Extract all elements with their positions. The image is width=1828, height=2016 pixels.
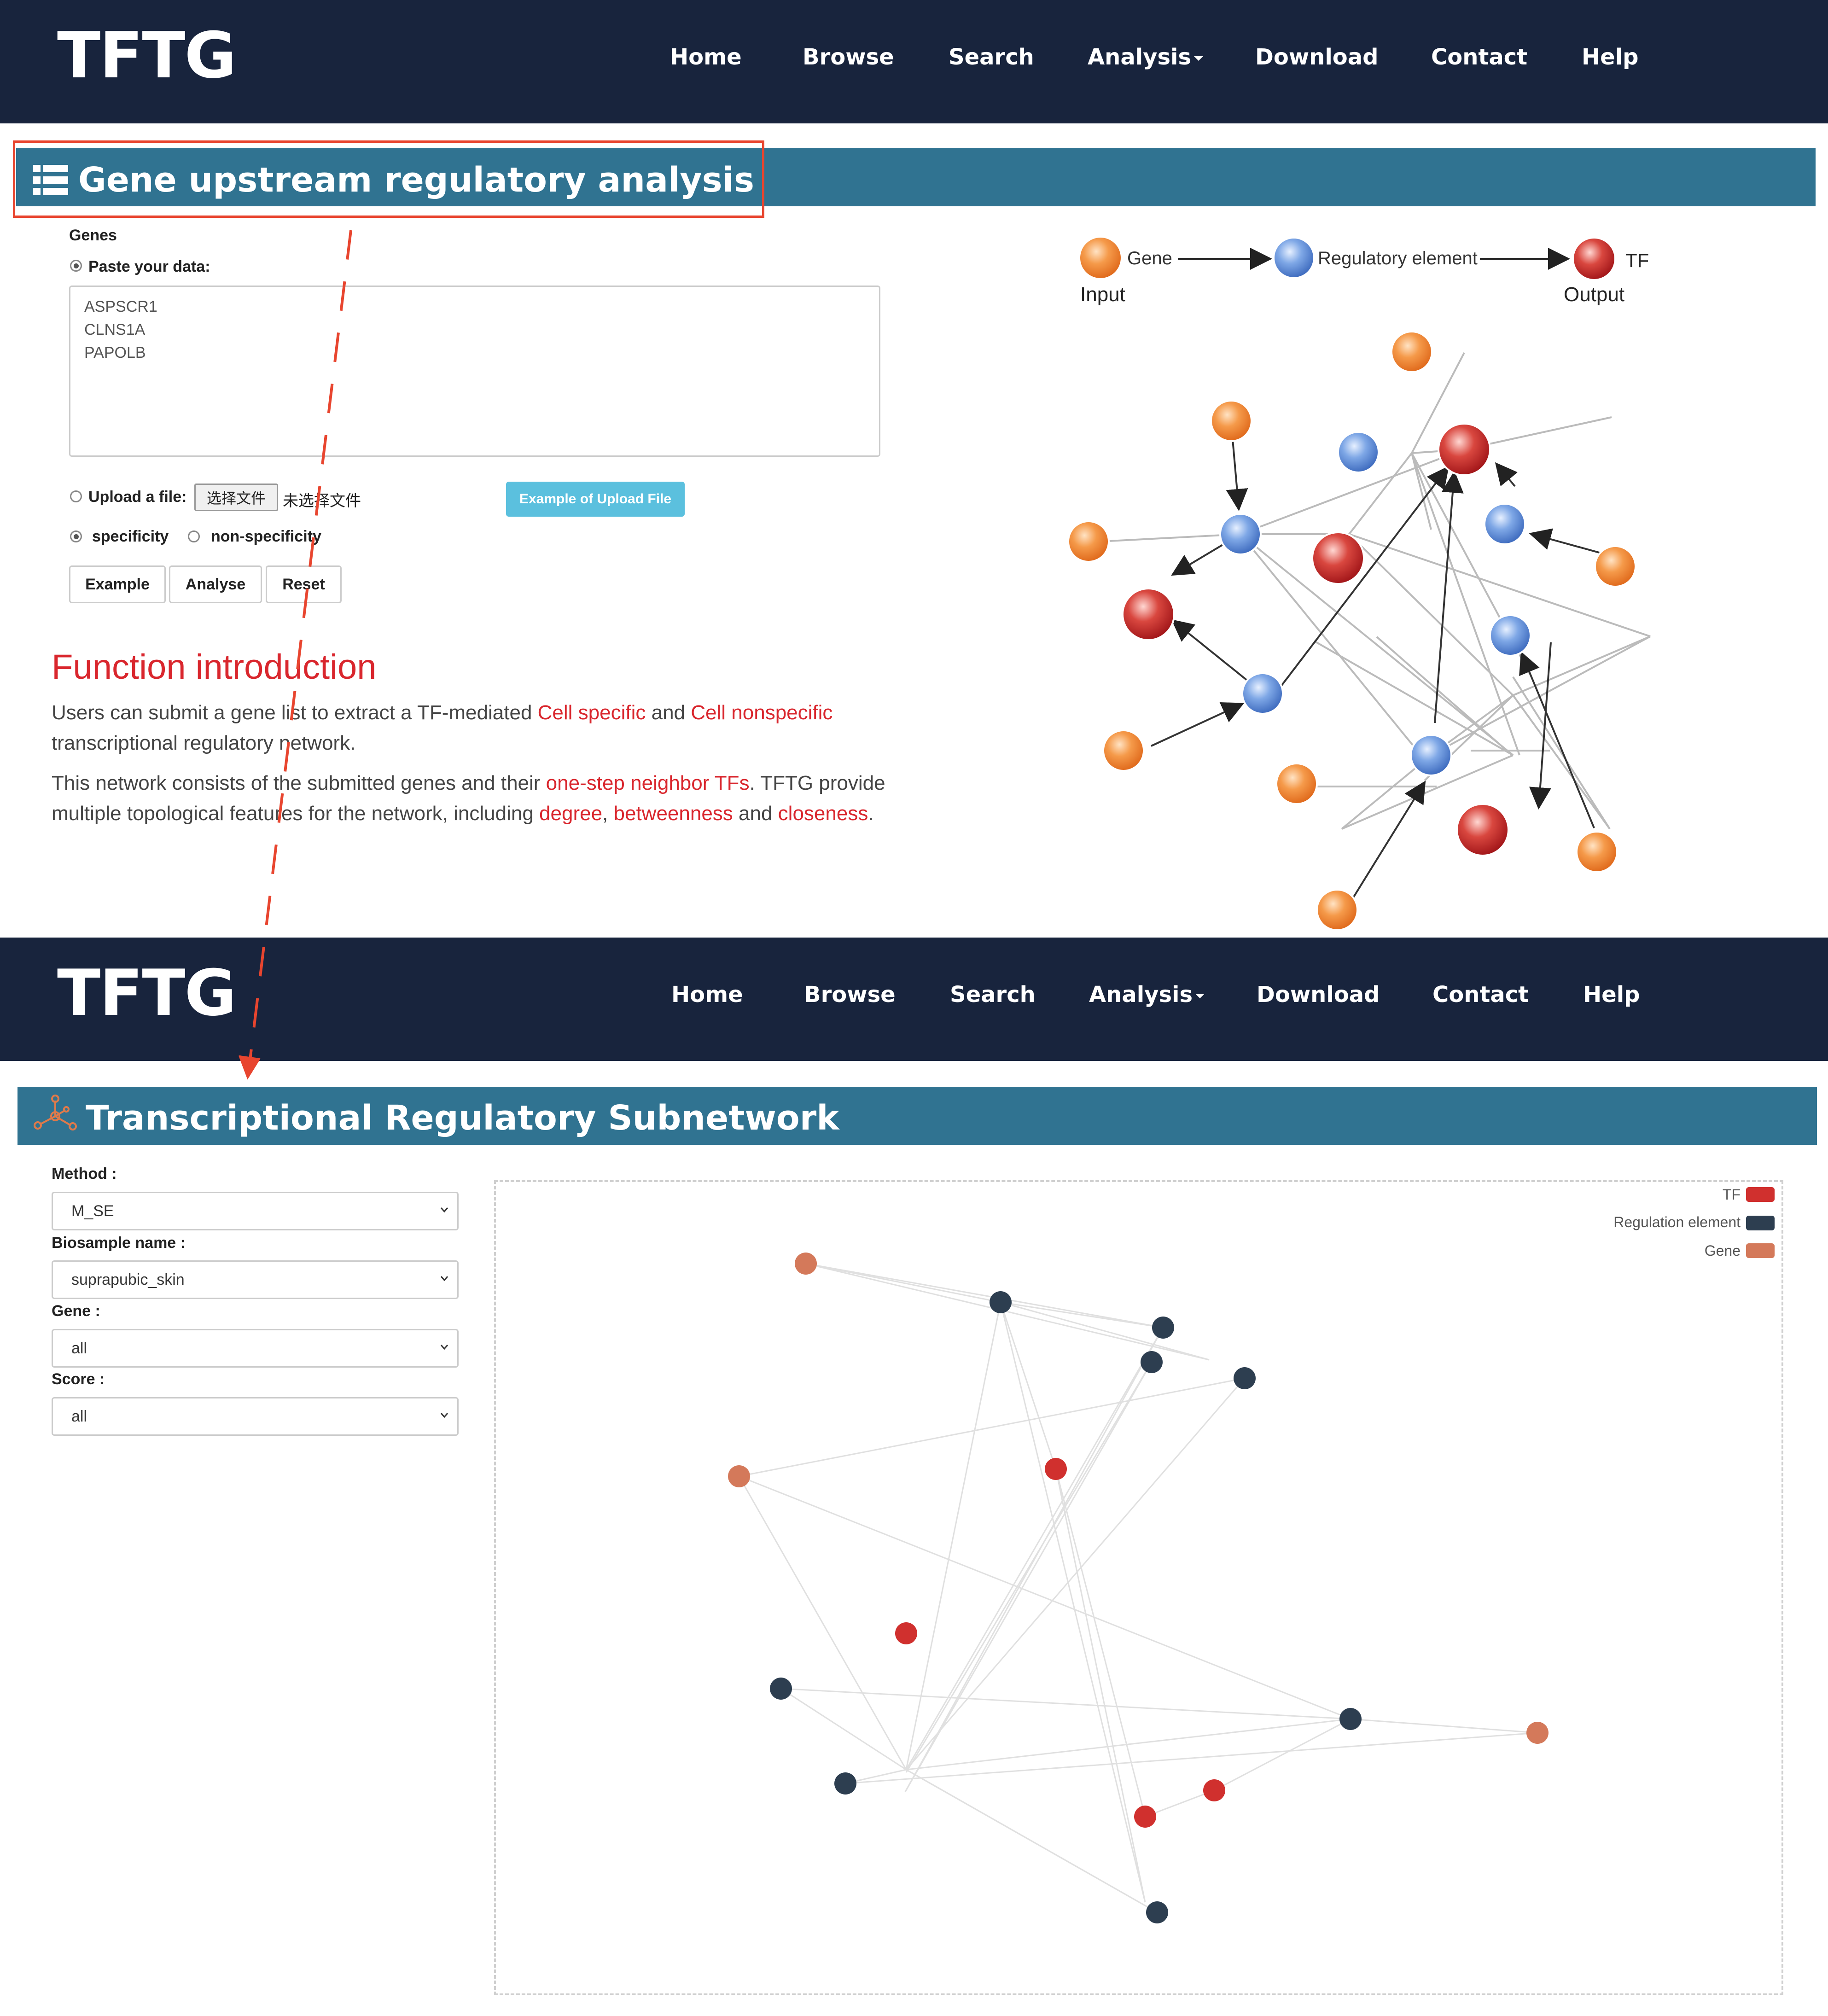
intro-text: and [646, 701, 691, 724]
paste-radio[interactable] [70, 260, 82, 272]
score-select[interactable]: all [52, 1397, 459, 1436]
nav-browse[interactable]: Browse [803, 44, 894, 70]
site-logo[interactable]: TFTG [57, 18, 237, 93]
top-navbar: TFTG Home Browse Search Analysis Downloa… [0, 0, 1828, 123]
filter-label: Score : [52, 1370, 105, 1388]
filter-label: Method : [52, 1165, 117, 1183]
intro-highlight: betweenness [613, 802, 733, 825]
subnetwork-graph[interactable] [494, 1180, 1783, 1995]
select-value: all [71, 1339, 87, 1357]
select-value: M_SE [71, 1202, 114, 1220]
nav-contact[interactable]: Contact [1431, 44, 1527, 70]
nav-browse[interactable]: Browse [804, 982, 896, 1008]
intro-highlight: one-step neighbor TFs [546, 772, 750, 794]
legend-reg-text: Regulatory element [1318, 248, 1478, 268]
nav-download[interactable]: Download [1257, 982, 1380, 1008]
nav-analysis[interactable]: Analysis [1089, 982, 1205, 1008]
caret-down-icon [1195, 994, 1205, 998]
intro-highlight: Cell nonspecific [691, 701, 833, 724]
filter-label: Biosample name : [52, 1234, 186, 1252]
biosample-select[interactable]: suprapubic_skin [52, 1260, 459, 1299]
site-logo[interactable]: TFTG [57, 956, 237, 1030]
genes-textarea[interactable]: ASPSCR1 CLNS1A PAPOLB [69, 286, 880, 457]
legend-tf-ball [1572, 237, 1616, 281]
chevron-down-icon [440, 1345, 448, 1350]
intro-highlight: closeness [778, 802, 868, 825]
nav-analysis-label: Analysis [1089, 982, 1193, 1008]
intro-text: , [602, 802, 614, 825]
nav-download[interactable]: Download [1255, 44, 1379, 70]
caret-down-icon [1194, 56, 1204, 61]
select-value: suprapubic_skin [71, 1270, 185, 1288]
intro-text: and [733, 802, 778, 825]
specificity-label: specificity [92, 528, 169, 545]
nav-home[interactable]: Home [671, 982, 743, 1008]
nav-search[interactable]: Search [950, 982, 1036, 1008]
nav-search[interactable]: Search [949, 44, 1034, 70]
genes-label: Genes [69, 227, 117, 244]
network-icon [34, 1095, 77, 1130]
upload-radio[interactable] [70, 490, 82, 502]
output-text: Output [1564, 283, 1624, 306]
nav-contact[interactable]: Contact [1432, 982, 1529, 1008]
network-illustration: Gene Regulatory element TF Input Output [1067, 236, 1651, 931]
method-select[interactable]: M_SE [52, 1192, 459, 1230]
intro-paragraph-1: Users can submit a gene list to extract … [52, 698, 899, 758]
non-specificity-radio[interactable] [188, 530, 200, 542]
paste-label: Paste your data: [88, 258, 210, 275]
example-button[interactable]: Example [69, 565, 166, 603]
intro-text: . [868, 802, 874, 825]
connector-arrow [239, 230, 352, 1080]
nav-analysis-label: Analysis [1088, 44, 1192, 70]
nav-analysis[interactable]: Analysis [1088, 44, 1204, 70]
gene-select[interactable]: all [52, 1329, 459, 1368]
subnetwork-title: Transcriptional Regulatory Subnetwork [86, 1098, 839, 1138]
input-text: Input [1080, 283, 1125, 306]
example-upload-file-button[interactable]: Example of Upload File [506, 482, 685, 517]
upload-label: Upload a file: [88, 488, 187, 506]
nav-help[interactable]: Help [1582, 44, 1639, 70]
legend-tf-text: TF [1625, 250, 1649, 271]
highlight-box [13, 140, 764, 218]
legend-reg-ball [1273, 237, 1315, 279]
nav-home[interactable]: Home [670, 44, 742, 70]
nav-help[interactable]: Help [1583, 982, 1640, 1008]
chevron-down-icon [440, 1413, 448, 1418]
select-value: all [71, 1407, 87, 1425]
chevron-down-icon [440, 1276, 448, 1282]
intro-highlight: degree [539, 802, 603, 825]
intro-highlight: Cell specific [537, 701, 646, 724]
chevron-down-icon [440, 1207, 448, 1213]
specificity-radio[interactable] [70, 530, 82, 542]
intro-paragraph-2: This network consists of the submitted g… [52, 768, 899, 829]
filter-label: Gene : [52, 1302, 100, 1320]
legend-gene-ball [1078, 236, 1123, 280]
legend-gene-text: Gene [1127, 248, 1172, 268]
